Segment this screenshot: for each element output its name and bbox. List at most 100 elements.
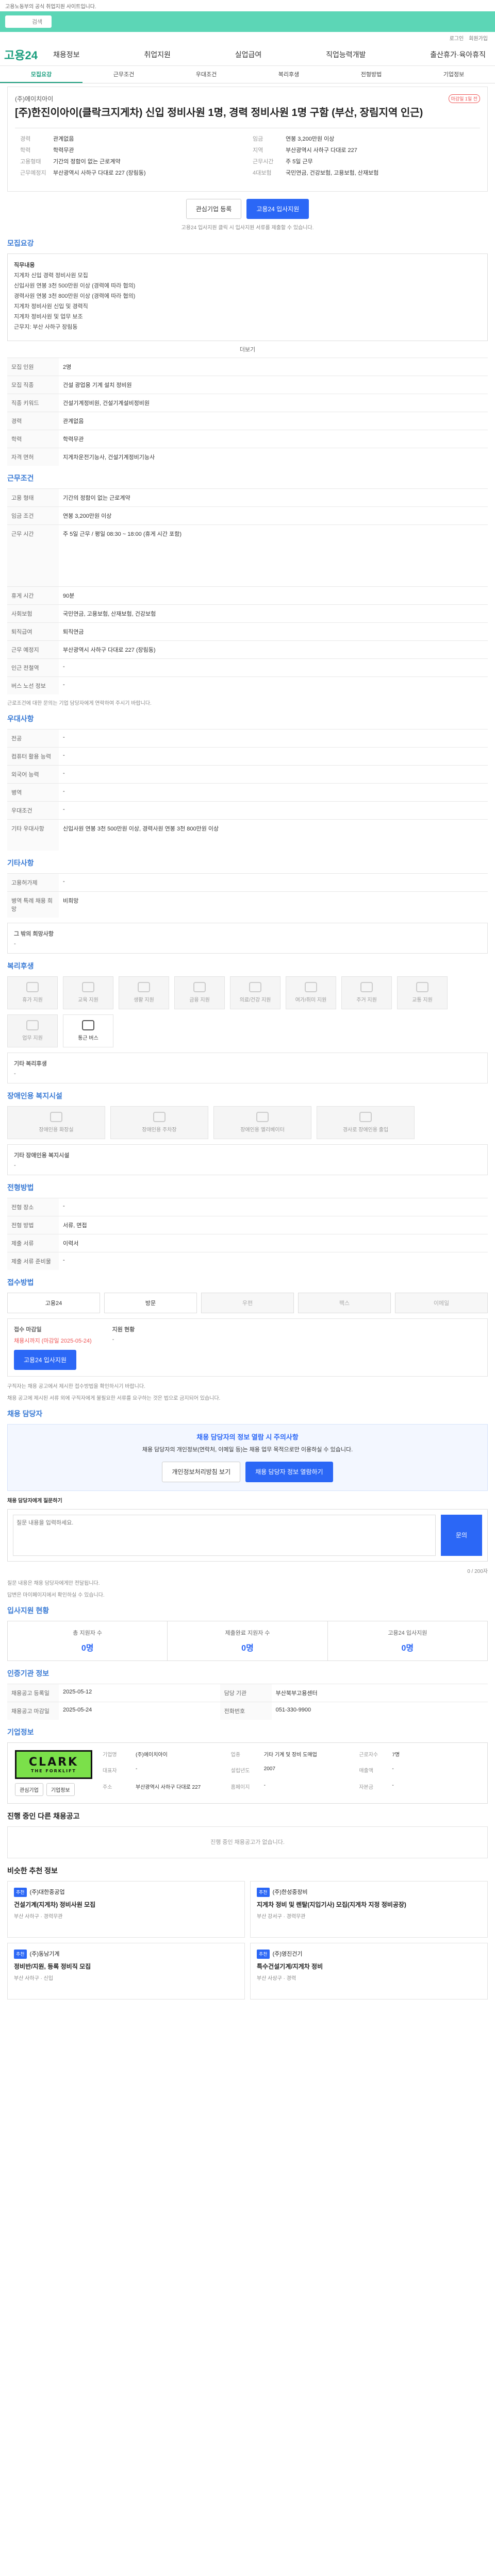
- parking-icon: [153, 1112, 166, 1122]
- welfare-item: 여가/취미 지원: [286, 976, 336, 1009]
- gnb-item-benefits[interactable]: 실업급여: [235, 49, 262, 60]
- disabled-item: 장애인용 엘리베이터: [213, 1106, 311, 1139]
- recommend-card[interactable]: 추천 (주)영진건기 특수건설기계/지게차 정비 부산 사상구 · 경력: [250, 1942, 488, 1999]
- recommend-grid: 추천 (주)대한중공업 건설기계(지게차) 정비사원 모집 부산 사하구 · 경력…: [7, 1880, 488, 1999]
- recommend-card[interactable]: 추천 (주)한성중장비 지게차 정비 및 렌탈(지입기사) 모집(지게차 지정 정…: [250, 1880, 488, 1938]
- apply-button-bottom[interactable]: 고용24 입사지원: [14, 1349, 76, 1370]
- gnb-item-support[interactable]: 취업지원: [144, 49, 171, 60]
- education-icon: [82, 982, 94, 992]
- stat-item: 제출완료 지원자 수 0명: [168, 1621, 328, 1660]
- site-logo[interactable]: 고용24: [4, 46, 38, 63]
- disabled-item: 장애인용 화장실: [7, 1106, 105, 1139]
- bus-icon: [82, 1020, 94, 1030]
- welfare-item: 주거 지원: [341, 976, 392, 1009]
- qa-input[interactable]: [13, 1514, 436, 1556]
- qa-note-1: 질문 내용은 채용 담당자에게만 전달됩니다.: [7, 1580, 100, 1586]
- view-contact-button[interactable]: 채용 담당자 정보 열람하기: [245, 1461, 333, 1482]
- section-title-open-jobs: 진행 중인 다른 채용공고: [7, 1811, 80, 1820]
- tab-preferred[interactable]: 우대조건: [165, 66, 248, 83]
- company-fields: 기업명 (주)에이치아이 업종 기타 기계 및 장비 도매업 근로자수 7명 대표자 -…: [103, 1752, 400, 1790]
- company-info-button[interactable]: 기업정보: [46, 1783, 75, 1796]
- qa-send-button[interactable]: 문의: [441, 1514, 482, 1556]
- recommend-card[interactable]: 추천 (주)대한중공업 건설기계(지게차) 정비사원 모집 부산 사하구 · 경력…: [7, 1880, 245, 1938]
- company-box: CLARK THE FORKLIFT 관심기업 기업정보 기업명 (주)에이치아이…: [7, 1742, 488, 1804]
- detail-tabs: 모집요강 근무조건 우대조건 복리후생 전형방법 기업정보: [0, 66, 495, 83]
- vacation-icon: [26, 982, 39, 992]
- section-title-conditions: 근무조건: [7, 474, 34, 482]
- gnb-item-training[interactable]: 직업능력개발: [326, 49, 366, 60]
- privacy-policy-button[interactable]: 개인정보처리방침 보기: [162, 1461, 241, 1482]
- job-title: [주)한진이아이(클락크지게차) 신입 정비사원 1명, 경력 정비사원 1명 …: [15, 107, 423, 118]
- apply-stats: 총 지원자 수 0명 제출완료 지원자 수 0명 고용24 입사지원 0명: [7, 1620, 488, 1661]
- apply-methods: 고용24 방문 우편 팩스 이메일: [7, 1292, 488, 1313]
- method-mail: 우편: [201, 1292, 294, 1313]
- job-header-card: (주)에이치아이 마감일 1일 전 [주)한진이아이(클락크지게차) 신입 정비…: [7, 87, 488, 192]
- finance-icon: [193, 982, 206, 992]
- section-title-recruit: 모집요강: [7, 239, 34, 247]
- deadline-badge: 마감일 1일 전: [448, 94, 480, 103]
- company-interest-button[interactable]: 관심기업: [15, 1783, 43, 1796]
- method-email: 이메일: [395, 1292, 488, 1313]
- section-title-company: 기업정보: [7, 1727, 34, 1736]
- util-links: 로그인 회원가입: [0, 32, 495, 43]
- welfare-item: 교육 지원: [63, 976, 113, 1009]
- housing-icon: [360, 982, 373, 992]
- top-notice-text: 고용노동부의 공식 취업지원 사이트입니다.: [5, 4, 96, 10]
- tab-company[interactable]: 기업정보: [412, 66, 495, 83]
- company-logo: CLARK THE FORKLIFT: [15, 1750, 92, 1779]
- toilet-icon: [50, 1112, 62, 1122]
- interest-company-button[interactable]: 관심기업 등록: [186, 199, 242, 219]
- tab-process[interactable]: 전형방법: [330, 66, 412, 83]
- qa-box: 문의: [7, 1509, 488, 1562]
- elevator-icon: [256, 1112, 269, 1122]
- welfare-item: 금융 지원: [174, 976, 225, 1009]
- tab-conditions[interactable]: 근무조건: [82, 66, 165, 83]
- apply-button[interactable]: 고용24 입사지원: [246, 199, 309, 219]
- preferred-table: 전공 - 컴퓨터 활용 능력 - 외국어 능력 - 병역 - 우대조건 - 기타 우대사항…: [7, 729, 488, 851]
- welfare-item-active: 통근 버스: [63, 1014, 113, 1047]
- section-title-process: 전형방법: [7, 1183, 34, 1192]
- more-button[interactable]: 더보기: [0, 341, 495, 358]
- section-title-apply: 접수방법: [7, 1278, 34, 1286]
- login-link[interactable]: 로그인: [450, 34, 464, 42]
- welfare-item: 휴가 지원: [7, 976, 58, 1009]
- global-nav: 고용24 채용정보 취업지원 실업급여 직업능력개발 출산휴가·육아휴직: [0, 43, 495, 66]
- gnb-item-jobs[interactable]: 채용정보: [53, 49, 80, 60]
- apply-note: 고용24 입사지원 클릭 시 입사지원 서류를 제출할 수 있습니다.: [181, 225, 314, 231]
- welfare-item: 생활 지원: [119, 976, 169, 1009]
- section-title-stats: 입사지원 현황: [7, 1606, 50, 1615]
- apply-note-2: 채용 공고에 제시된 서류 외에 구직자에게 불필요한 서류를 요구하는 것은 …: [7, 1395, 221, 1401]
- transport-icon: [416, 982, 428, 992]
- welfare-item: 교통 지원: [397, 976, 448, 1009]
- disabled-icons: 장애인용 화장실 장애인용 주차장 장애인용 엘리베이터 경사로 장애인용 출입: [7, 1106, 488, 1139]
- recommend-card[interactable]: 추천 (주)동남기계 정비반/지원, 등록 정비직 모집 부산 사하구 · 신입: [7, 1942, 245, 1999]
- qa-label: 채용 담당자에게 질문하기: [7, 1498, 62, 1504]
- tab-welfare[interactable]: 복리후생: [248, 66, 330, 83]
- section-title-contact: 채용 담당자: [7, 1409, 43, 1418]
- qa-count: 0 / 200자: [467, 1568, 488, 1574]
- section-title-disabled: 장애인용 복지시설: [7, 1091, 62, 1100]
- stat-item: 총 지원자 수 0명: [8, 1621, 168, 1660]
- conditions-note: 근로조건에 대한 문의는 기업 담당자에게 연락하여 주시기 바랍니다.: [7, 701, 152, 706]
- health-icon: [249, 982, 261, 992]
- apply-note-1: 구직자는 채용 공고에서 제시한 접수방법을 확인하시기 바랍니다.: [7, 1383, 145, 1389]
- contact-box: 채용 담당자의 정보 열람 시 주의사항 채용 담당자의 개인정보(연락처, 이…: [7, 1423, 488, 1491]
- method-online: 고용24: [7, 1292, 100, 1313]
- other-extra-box: 그 밖의 희망사항 -: [7, 922, 488, 954]
- company-name[interactable]: (주)에이치아이: [15, 94, 53, 103]
- gnb-item-leave[interactable]: 출산휴가·육아휴직: [430, 49, 486, 60]
- qa-note-2: 답변은 마이페이지에서 확인하실 수 있습니다.: [7, 1592, 105, 1598]
- section-title-other: 기타사항: [7, 858, 34, 867]
- section-title-agency: 인증기관 정보: [7, 1669, 50, 1677]
- recruit-table: 모집 인원 2명 모집 직종 건설 광업용 기계 설치 정비원 직종 키워드 건설기계…: [7, 358, 488, 466]
- tab-recruit[interactable]: 모집요강: [0, 66, 82, 83]
- disabled-item: 장애인용 주차장: [110, 1106, 208, 1139]
- welfare-item: 업무 지원: [7, 1014, 58, 1047]
- search-input[interactable]: 검색: [5, 15, 52, 28]
- signup-link[interactable]: 회원가입: [469, 34, 488, 42]
- section-title-recommend: 비슷한 추천 정보: [7, 1866, 58, 1875]
- open-jobs-empty: 진행 중인 채용공고가 없습니다.: [7, 1826, 488, 1858]
- search-bar: 검색: [0, 11, 495, 32]
- header-left-info: 경력 관계없음 학력 학력무관 고용형태 기간의 정함이 없는 근로계약 근무예정지 부…: [20, 136, 146, 176]
- top-notice: 고용노동부의 공식 취업지원 사이트입니다.: [0, 0, 495, 11]
